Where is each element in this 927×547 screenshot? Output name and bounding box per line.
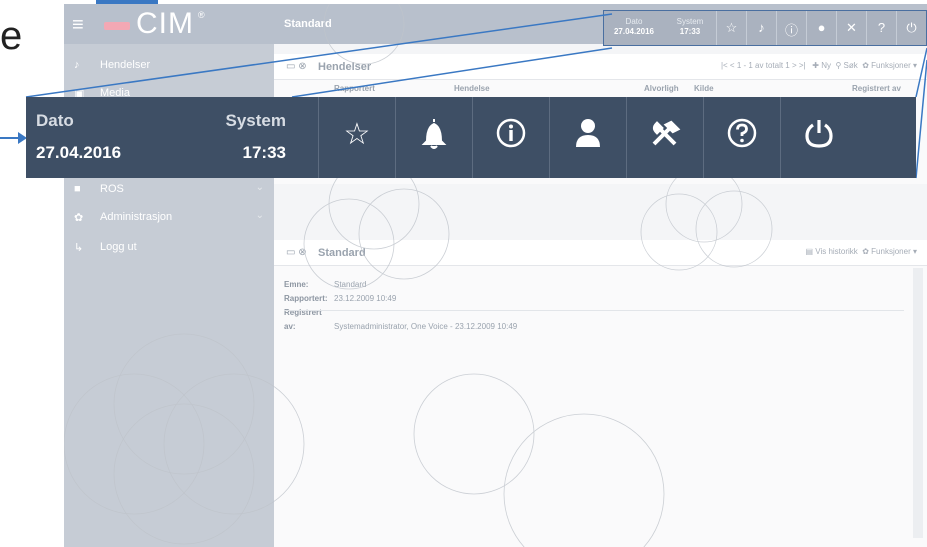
power-icon-shape	[805, 120, 833, 148]
star-icon[interactable]: ☆	[318, 97, 395, 178]
help-icon[interactable]	[703, 97, 780, 178]
callout-connectors	[25, 13, 927, 179]
slide: e ≡ CIM ® Standard Dato 27.04.2016 Syste…	[0, 0, 927, 547]
zoom-date-label: Dato	[36, 111, 74, 130]
toolbar-zoom-callout: Dato 27.04.2016 System 17:33 ☆	[26, 97, 916, 178]
help-icon-shape	[727, 118, 757, 148]
info-icon-shape	[496, 118, 526, 148]
user-icon-shape	[576, 119, 600, 147]
info-icon[interactable]	[472, 97, 549, 178]
zoom-date-display: Dato 27.04.2016	[26, 97, 178, 178]
power-icon[interactable]	[780, 97, 857, 178]
bell-icon[interactable]	[395, 97, 472, 178]
user-icon[interactable]	[549, 97, 626, 178]
tools-icon[interactable]	[626, 97, 703, 178]
zoom-date-value: 27.04.2016	[36, 143, 122, 162]
zoom-system-label: System	[225, 111, 286, 130]
tools-icon-shape	[652, 120, 681, 146]
zoom-system-display: System 17:33	[178, 97, 318, 178]
bell-icon-shape	[421, 119, 447, 149]
zoom-system-value: 17:33	[242, 143, 286, 162]
